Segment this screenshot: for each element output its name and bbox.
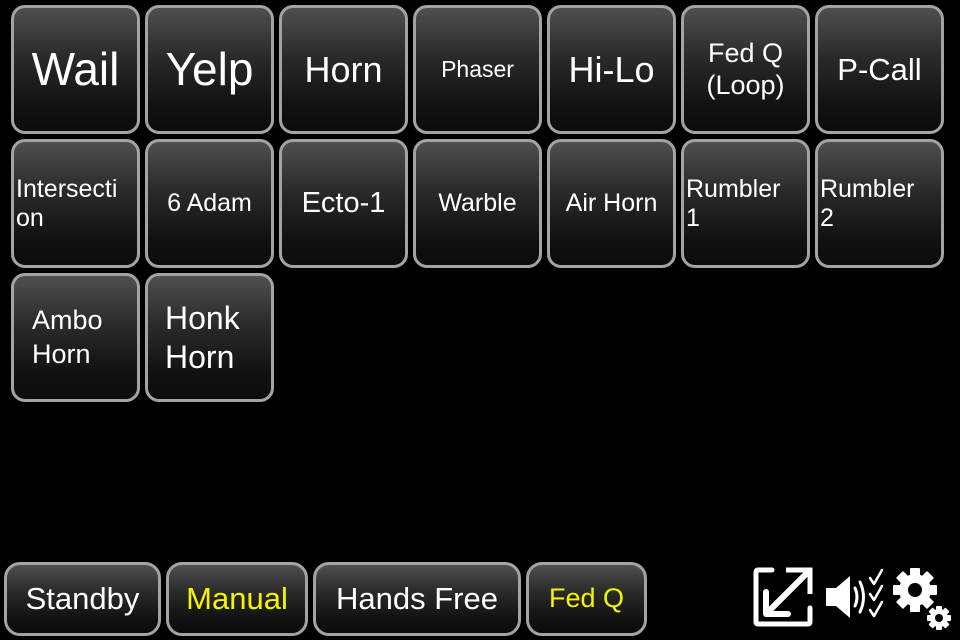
label-line-2: Horn [32, 338, 91, 369]
mode-button-label: Hands Free [336, 581, 498, 617]
label-line-2: 1 [686, 203, 700, 232]
sound-button-label: Honk Horn [165, 299, 240, 376]
sound-button-label: Warble [438, 189, 517, 218]
sound-button-label: Yelp [165, 43, 254, 96]
sound-button-label: Ecto-1 [301, 186, 386, 219]
mode-button-label: Manual [186, 581, 288, 617]
settings-gears-icon[interactable] [893, 568, 957, 634]
mode-button-label: Fed Q [548, 583, 625, 614]
sound-button-rumbler-1[interactable]: Rumbler 1 [681, 139, 810, 268]
sound-button-label: Wail [31, 43, 120, 96]
label-line-2: (Loop) [706, 69, 785, 100]
sound-button-yelp[interactable]: Yelp [145, 5, 274, 134]
sound-button-wail[interactable]: Wail [11, 5, 140, 134]
sound-button-6-adam[interactable]: 6 Adam [145, 139, 274, 268]
label-line-1: Intersecti [16, 174, 118, 203]
label-line-1: Rumbler [686, 174, 781, 203]
mode-button-manual[interactable]: Manual [166, 562, 308, 636]
sound-button-hi-lo[interactable]: Hi-Lo [547, 5, 676, 134]
sound-button-horn[interactable]: Horn [279, 5, 408, 134]
sound-button-intersection[interactable]: Intersecti on [11, 139, 140, 268]
sound-button-ecto-1[interactable]: Ecto-1 [279, 139, 408, 268]
label-line-1: Honk [165, 300, 240, 337]
label-line-2: 2 [820, 203, 834, 232]
label-line-2: on [16, 203, 44, 232]
sound-button-p-call[interactable]: P-Call [815, 5, 944, 134]
mode-button-standby[interactable]: Standby [4, 562, 161, 636]
sound-button-label: P-Call [837, 51, 922, 87]
sound-button-label: Rumbler 2 [820, 175, 914, 233]
sound-button-phaser[interactable]: Phaser [413, 5, 542, 134]
sound-button-label: Ambo Horn [32, 304, 103, 372]
sound-settings-icon[interactable] [824, 566, 886, 628]
sound-button-label: Hi-Lo [568, 48, 655, 90]
sound-button-label: Rumbler 1 [686, 175, 780, 233]
sound-button-label: Fed Q (Loop) [706, 38, 784, 100]
label-line-2: Horn [165, 338, 235, 375]
sound-button-rumbler-2[interactable]: Rumbler 2 [815, 139, 944, 268]
sound-button-fed-q-loop[interactable]: Fed Q (Loop) [681, 5, 810, 134]
sound-button-label: Air Horn [565, 189, 658, 218]
label-line-1: Rumbler [820, 174, 915, 203]
mode-button-hands-free[interactable]: Hands Free [313, 562, 521, 636]
mode-button-label: Standby [25, 581, 140, 617]
sound-button-air-horn[interactable]: Air Horn [547, 139, 676, 268]
sound-button-warble[interactable]: Warble [413, 139, 542, 268]
sound-button-ambo-horn[interactable]: Ambo Horn [11, 273, 140, 402]
sound-button-label: Phaser [441, 56, 514, 83]
label-line-1: Fed Q [707, 38, 783, 69]
sound-button-honk-horn[interactable]: Honk Horn [145, 273, 274, 402]
siren-app-screen: Wail Yelp Horn Phaser Hi-Lo Fed Q (Loop)… [0, 0, 960, 640]
mode-button-fed-q[interactable]: Fed Q [526, 562, 647, 636]
sound-button-label: Intersecti on [16, 175, 117, 233]
label-line-1: Ambo [32, 304, 103, 335]
sound-button-label: 6 Adam [167, 189, 252, 218]
resize-icon[interactable] [752, 566, 814, 628]
sound-button-label: Horn [304, 48, 383, 90]
